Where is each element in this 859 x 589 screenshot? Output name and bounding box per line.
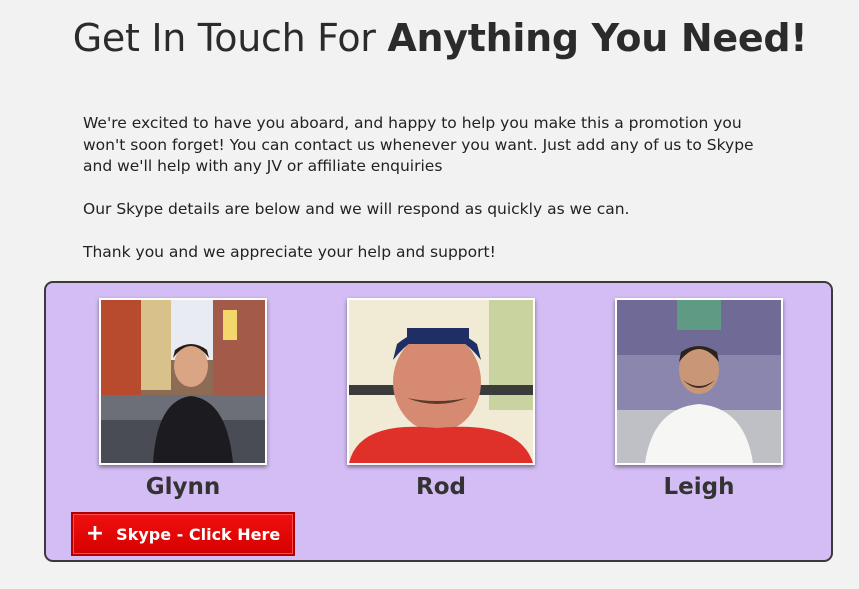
intro-paragraph-2: Our Skype details are below and we will … <box>83 200 630 218</box>
rod-photo <box>347 298 535 465</box>
page-title-bold: Anything You Need! <box>387 16 808 60</box>
page-title: Get In Touch For Anything You Need! <box>0 16 859 60</box>
intro-paragraph-3: Thank you and we appreciate your help an… <box>83 243 496 261</box>
leigh-photo <box>615 298 783 465</box>
plus-icon: + <box>85 521 105 546</box>
member-name: Rod <box>416 474 466 500</box>
member-name: Glynn <box>145 474 221 500</box>
team-member-leigh: Leigh <box>604 298 794 500</box>
intro-paragraph-1: We're excited to have you aboard, and ha… <box>83 114 754 175</box>
member-name: Leigh <box>663 474 735 500</box>
glynn-photo <box>99 298 267 465</box>
page-title-light: Get In Touch For <box>72 16 376 60</box>
team-panel: Glynn Rod Leigh + Skype - Click Here <box>44 281 833 562</box>
contact-page: Get In Touch For Anything You Need! We'r… <box>0 0 859 589</box>
intro-text: We're excited to have you aboard, and ha… <box>83 113 783 285</box>
skype-button[interactable]: + Skype - Click Here <box>71 512 295 556</box>
team-member-glynn: Glynn <box>88 298 278 500</box>
team-member-rod: Rod <box>346 298 536 500</box>
skype-button-label: Skype - Click Here <box>116 524 281 544</box>
